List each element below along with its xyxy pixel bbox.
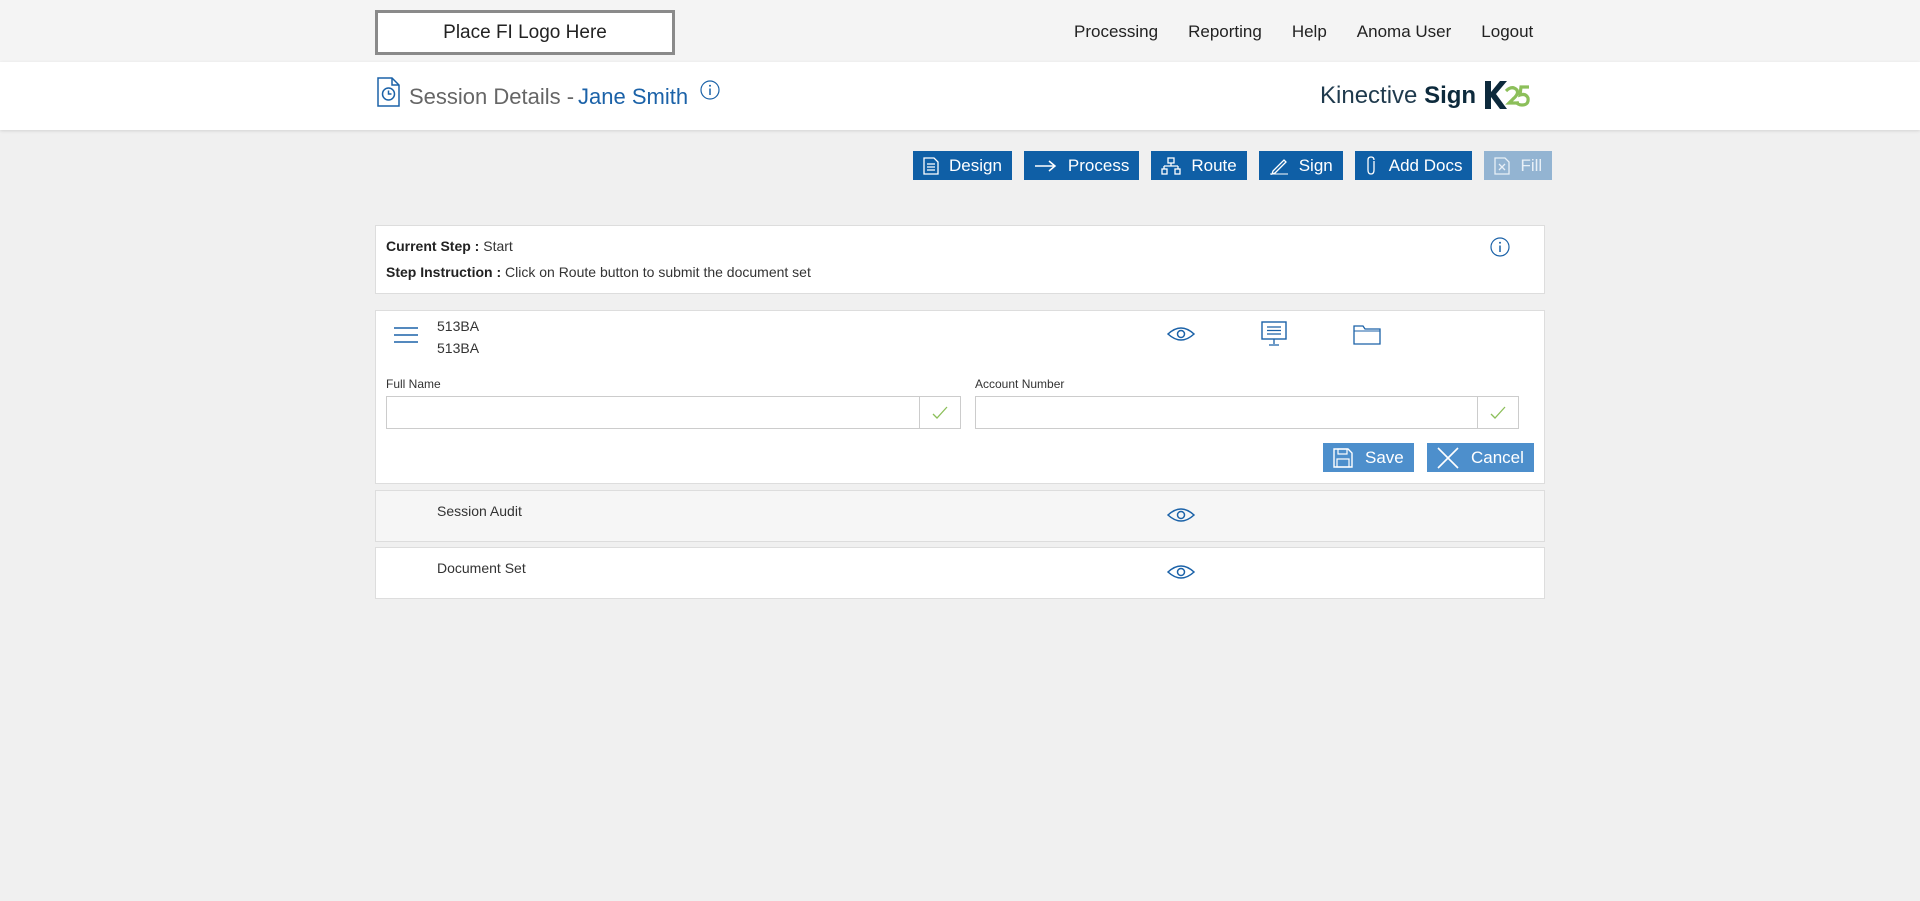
add-docs-button-label: Add Docs: [1388, 155, 1463, 175]
full-name-confirm-check-icon[interactable]: [919, 397, 960, 428]
session-audit-view-eye-icon[interactable]: [1166, 506, 1196, 529]
full-name-label: Full Name: [386, 377, 441, 391]
top-bar: Place FI Logo Here Processing Reporting …: [0, 0, 1920, 62]
step-instruction-value: Click on Route button to submit the docu…: [505, 264, 811, 280]
close-icon: [1437, 446, 1459, 469]
top-nav: Processing Reporting Help Anoma User Log…: [1074, 22, 1563, 42]
design-button-label: Design: [949, 155, 1002, 175]
session-history-icon: [376, 77, 401, 112]
save-button-label: Save: [1365, 447, 1404, 467]
document-set-label: Document Set: [437, 560, 526, 576]
full-name-input[interactable]: [387, 397, 919, 428]
cancel-button-label: Cancel: [1471, 447, 1524, 467]
full-name-field: [386, 396, 961, 429]
route-icon: [1161, 156, 1181, 175]
fi-logo-placeholder: Place FI Logo Here: [375, 10, 675, 55]
fill-button[interactable]: Fill: [1484, 151, 1553, 180]
process-button-label: Process: [1067, 155, 1130, 175]
account-number-input[interactable]: [976, 397, 1477, 428]
save-icon: [1333, 447, 1353, 468]
presentation-icon[interactable]: [1260, 321, 1288, 352]
k25-logo-icon: [1482, 79, 1532, 116]
pen-icon: [1269, 158, 1288, 175]
brand-prefix: Kinective: [1320, 82, 1418, 109]
current-step: Current Step : Start: [386, 238, 513, 254]
document-set-view-eye-icon[interactable]: [1166, 563, 1196, 586]
action-toolbar: Design Process Route Sign Add Docs Fill: [913, 151, 1564, 180]
process-button[interactable]: Process: [1023, 151, 1140, 180]
account-number-label: Account Number: [975, 377, 1065, 391]
info-icon[interactable]: [700, 80, 720, 105]
current-step-value: Start: [483, 238, 513, 254]
sign-button[interactable]: Sign: [1258, 151, 1343, 180]
brand-name: Kinective Sign: [1320, 82, 1476, 110]
step-instruction: Step Instruction : Click on Route button…: [386, 264, 811, 280]
nav-processing[interactable]: Processing: [1074, 22, 1158, 42]
cancel-button[interactable]: Cancel: [1427, 443, 1534, 472]
nav-reporting[interactable]: Reporting: [1188, 22, 1262, 42]
folder-icon[interactable]: [1353, 323, 1381, 350]
save-button[interactable]: Save: [1323, 443, 1414, 472]
view-eye-icon[interactable]: [1166, 325, 1196, 348]
arrow-right-icon: [1034, 159, 1057, 172]
session-audit-label: Session Audit: [437, 503, 522, 519]
fill-icon: [1494, 156, 1511, 175]
current-step-label: Current Step :: [386, 238, 480, 254]
nav-help[interactable]: Help: [1292, 22, 1327, 42]
design-button[interactable]: Design: [913, 151, 1012, 180]
step-panel: Current Step : Start Step Instruction : …: [375, 225, 1545, 294]
document-code: 513BA: [437, 318, 480, 334]
brand-strong: Sign: [1424, 82, 1477, 109]
add-docs-button[interactable]: Add Docs: [1354, 151, 1473, 180]
hamburger-menu-icon[interactable]: [393, 325, 419, 350]
nav-user[interactable]: Anoma User: [1357, 22, 1451, 42]
route-button-label: Route: [1191, 155, 1237, 175]
page-header: Session Details - Jane Smith Kinective S…: [0, 62, 1920, 130]
account-number-field: [975, 396, 1519, 429]
step-info-icon[interactable]: [1490, 237, 1510, 262]
design-icon: [923, 156, 939, 175]
list-item-session-audit[interactable]: Session Audit: [375, 490, 1545, 542]
paperclip-icon: [1367, 155, 1375, 175]
document-panel: 513BA 513BA Full Name Account Number Sav…: [375, 310, 1545, 484]
session-user-name: Jane Smith: [578, 84, 689, 109]
account-number-confirm-check-icon[interactable]: [1477, 397, 1518, 428]
route-button[interactable]: Route: [1151, 151, 1247, 180]
page-title: Session Details -: [409, 84, 575, 109]
fill-button-label: Fill: [1520, 155, 1543, 175]
list-item-document-set[interactable]: Document Set: [375, 547, 1545, 599]
nav-logout[interactable]: Logout: [1481, 22, 1533, 42]
step-instruction-label: Step Instruction :: [386, 264, 502, 280]
sign-button-label: Sign: [1298, 155, 1333, 175]
document-code-secondary: 513BA: [437, 340, 480, 356]
